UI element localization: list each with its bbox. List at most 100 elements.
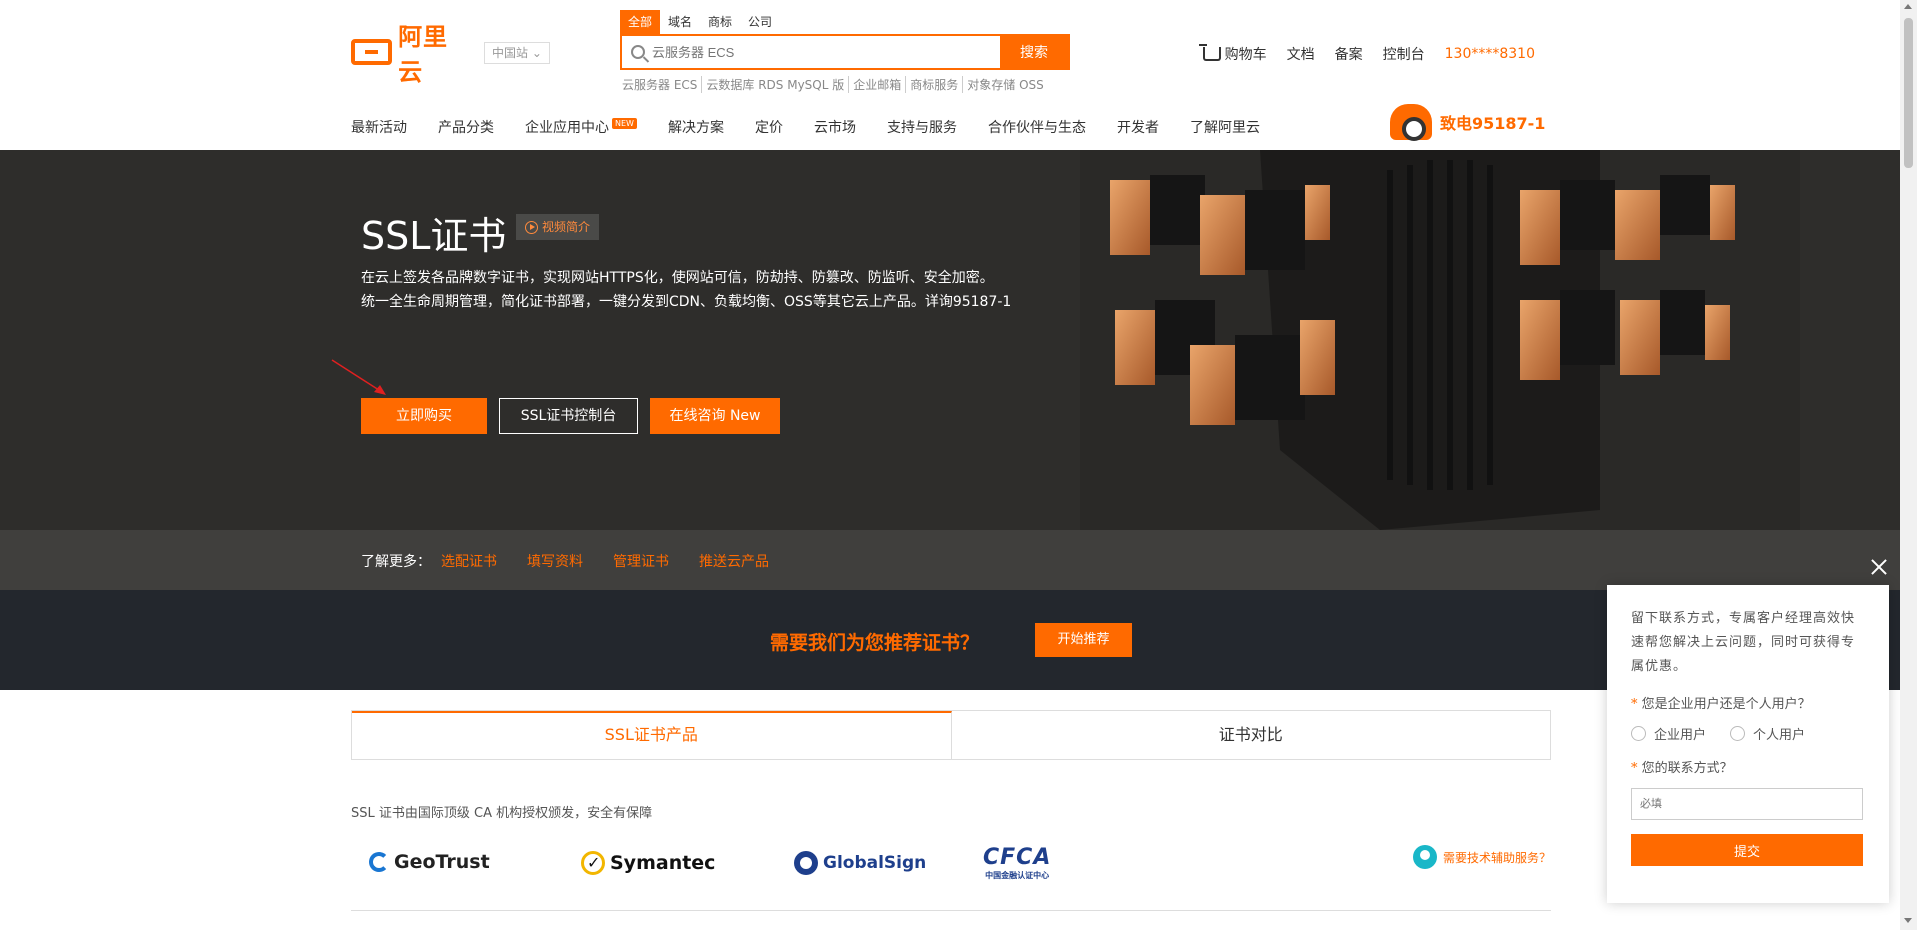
nav-item-pricing[interactable]: 定价 [755,117,783,137]
banner-cubes-illustration [1080,150,1800,530]
cart-icon [1198,44,1221,61]
globalsign-name: GlobalSign [823,853,927,873]
red-arrow-annotation [331,359,386,395]
search-tab-all[interactable]: 全部 [620,10,661,34]
learn-more-links: 了解更多： 选配证书 填写资料 管理证书 推送云产品 [361,551,799,571]
radio-label: 企业用户 [1654,728,1707,743]
scroll-up-arrow-icon[interactable] [1904,4,1912,9]
ca-brand-logos: GeoTrust Symantec GlobalSign CFCA 中国金融认证… [351,845,1551,889]
recommend-text: 需要我们为您推荐证书？ [770,632,980,654]
contact-question: * 您的联系方式？ [1631,757,1865,776]
radio-label: 个人用户 [1753,728,1806,743]
nav-item-developers[interactable]: 开发者 [1117,117,1159,137]
top-links: 购物车 文档 备案 控制台 130****8310 [1198,44,1535,64]
aliyun-logo[interactable]: 阿里云 [351,23,471,86]
search-input[interactable] [622,36,1000,68]
page-scrollbar[interactable] [1900,0,1917,930]
symantec-check-icon [581,851,605,875]
nav-item-products[interactable]: 产品分类 [438,117,494,137]
play-icon [525,220,538,234]
page-title: SSL证书 [361,214,507,258]
nav-item-enterprise-apps[interactable]: 企业应用中心 NEW [525,117,637,137]
hero-banner: SSL证书 视频简介 在云上签发各品牌数字证书，实现网站HTTPS化，使网站可信… [0,150,1900,530]
user-type-radios: 企业用户 个人用户 [1631,724,1865,743]
search-box: 搜索 [620,34,1070,70]
radio-circle[interactable] [1631,726,1646,741]
tab-ssl-products[interactable]: SSL证书产品 [352,711,952,759]
nav-item-partners[interactable]: 合作伙伴与生态 [988,117,1086,137]
contact-label: 您的联系方式？ [1641,761,1733,776]
hot-word[interactable]: 商标服务 [906,76,964,93]
required-mark: * [1631,697,1638,712]
region-label: 中国站 [492,46,529,60]
hot-word[interactable]: 企业邮箱 [849,76,907,93]
scroll-thumb[interactable] [1904,18,1913,168]
console-link[interactable]: 控制台 [1383,44,1425,64]
nav-item-solutions[interactable]: 解决方案 [668,117,724,137]
learn-link-manage-cert[interactable]: 管理证书 [613,551,669,571]
chevron-down-icon: ⌄ [531,46,542,60]
radio-personal[interactable]: 个人用户 [1730,724,1805,743]
globalsign-icon [794,851,818,875]
ssl-console-button[interactable]: SSL证书控制台 [499,398,638,434]
geotrust-name: GeoTrust [394,851,490,873]
tech-help-link[interactable]: 需要技术辅助服务？ [1412,845,1551,869]
nav-item-marketplace[interactable]: 云市场 [814,117,856,137]
site-header: 阿里云 中国站 ⌄ 全部 域名 商标 公司 搜索 云服务器 ECS 云数据库 R… [0,0,1900,150]
search-button[interactable]: 搜索 [1000,36,1068,68]
user-account-link[interactable]: 130****8310 [1445,46,1535,62]
contact-input[interactable] [1631,788,1863,820]
banner-description: 在云上签发各品牌数字证书，实现网站HTTPS化，使网站可信，防劫持、防篡改、防监… [361,266,1011,314]
close-icon[interactable] [1869,557,1889,577]
hot-word[interactable]: 云服务器 ECS [618,76,703,93]
nav-item-about[interactable]: 了解阿里云 [1190,117,1260,137]
cfca-logo: CFCA 中国金融认证中心 [983,845,1051,881]
contact-popup: 留下联系方式，专属客户经理高效快速帮您解决上云问题，同时可获得专属优惠。 * 您… [1607,585,1889,903]
nav-item-label: 企业应用中心 [525,120,609,136]
search-tab-trademark[interactable]: 商标 [700,10,740,34]
hot-words: 云服务器 ECS 云数据库 RDS MySQL 版 企业邮箱 商标服务 对象存储… [618,76,1048,93]
online-consult-button[interactable]: 在线咨询 New [650,398,780,434]
globalsign-logo: GlobalSign [794,851,926,875]
cfca-subtitle: 中国金融认证中心 [985,871,1050,880]
radio-circle[interactable] [1730,726,1746,741]
docs-link[interactable]: 文档 [1287,44,1315,64]
video-intro-label: 视频简介 [542,220,591,234]
logo-text: 阿里云 [398,23,449,86]
radio-enterprise[interactable]: 企业用户 [1631,724,1706,743]
hot-word[interactable]: 云数据库 RDS MySQL 版 [702,76,850,93]
nav-item-support[interactable]: 支持与服务 [887,117,957,137]
required-mark: * [1631,761,1638,776]
popup-description: 留下联系方式，专属客户经理高效快速帮您解决上云问题，同时可获得专属优惠。 [1631,611,1856,674]
learn-link-push-cloud[interactable]: 推送云产品 [699,551,769,571]
hotline[interactable]: 致电95187-1 [1390,104,1545,141]
tab-cert-compare[interactable]: 证书对比 [952,711,1551,759]
telephone-icon [1390,104,1432,141]
symantec-name: Symantec [610,852,716,874]
learn-link-fill-info[interactable]: 填写资料 [527,551,583,571]
product-tabs: SSL证书产品 证书对比 [351,710,1551,760]
divider [351,910,1551,911]
start-recommend-button[interactable]: 开始推荐 [1035,623,1132,657]
banner-desc-line: 在云上签发各品牌数字证书，实现网站HTTPS化，使网站可信，防劫持、防篡改、防监… [361,270,994,286]
video-intro-button[interactable]: 视频简介 [516,214,600,240]
search-tabs: 全部 域名 商标 公司 [620,10,780,34]
user-type-question: * 您是企业用户还是个人用户？ [1631,693,1865,712]
hot-word[interactable]: 对象存储 OSS [963,76,1048,93]
cart-link[interactable]: 购物车 [1198,44,1267,64]
symantec-logo: Symantec [581,851,715,875]
search-tab-domain[interactable]: 域名 [660,10,700,34]
search-tab-company[interactable]: 公司 [740,10,780,34]
submit-button[interactable]: 提交 [1631,834,1863,866]
user-type-label: 您是企业用户还是个人用户？ [1641,697,1811,712]
geotrust-logo: GeoTrust [369,851,490,873]
learn-link-select-cert[interactable]: 选配证书 [441,551,497,571]
filing-link[interactable]: 备案 [1335,44,1363,64]
search-icon [631,45,645,59]
page: 阿里云 中国站 ⌄ 全部 域名 商标 公司 搜索 云服务器 ECS 云数据库 R… [0,0,1917,930]
nav-item-activities[interactable]: 最新活动 [351,117,407,137]
buy-now-button[interactable]: 立即购买 [361,398,487,434]
region-selector[interactable]: 中国站 ⌄ [484,42,550,64]
banner-desc-line: 统一全生命周期管理，简化证书部署，一键分发到CDN、负载均衡、OSS等其它云上产… [361,294,1012,310]
scroll-down-arrow-icon[interactable] [1904,918,1912,923]
